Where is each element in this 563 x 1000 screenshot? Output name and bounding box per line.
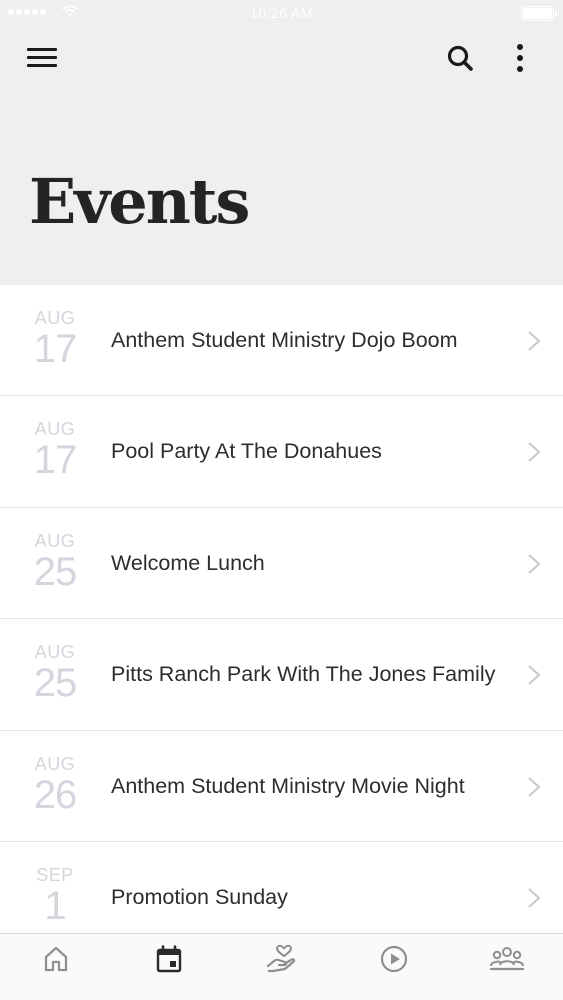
giving-hand-heart-icon <box>267 944 296 973</box>
more-vertical-icon[interactable] <box>505 40 535 76</box>
chevron-right-icon <box>528 888 541 908</box>
chevron-right-icon <box>528 331 541 351</box>
page-header: Events <box>0 28 563 285</box>
tab-giving[interactable] <box>225 934 338 1000</box>
tab-media[interactable] <box>338 934 451 1000</box>
event-title: Pool Party At The Donahues <box>111 439 382 464</box>
page-title: Events <box>29 165 250 238</box>
event-month: SEP <box>36 864 74 885</box>
event-row[interactable]: AUG 26 Anthem Student Ministry Movie Nig… <box>0 730 563 842</box>
event-title: Pitts Ranch Park With The Jones Family <box>111 662 496 687</box>
tab-groups[interactable] <box>450 934 563 1000</box>
event-day: 26 <box>33 772 78 817</box>
event-row[interactable]: AUG 17 Anthem Student Ministry Dojo Boom <box>0 285 563 397</box>
tab-events[interactable] <box>113 934 226 1000</box>
tab-home[interactable] <box>0 934 113 1000</box>
event-month: AUG <box>34 753 76 774</box>
event-row[interactable]: AUG 25 Welcome Lunch <box>0 507 563 620</box>
chevron-right-icon <box>528 554 541 574</box>
event-date: AUG 25 <box>30 532 80 592</box>
event-date: AUG 25 <box>30 643 80 703</box>
event-date: AUG 17 <box>30 420 80 480</box>
event-month: AUG <box>34 419 76 440</box>
status-time: 10:26 AM <box>249 5 314 21</box>
status-bar: 10:26 AM <box>0 0 563 28</box>
chevron-right-icon <box>528 442 541 463</box>
chevron-right-icon <box>528 776 541 797</box>
event-row[interactable]: AUG 25 Pitts Ranch Park With The Jones F… <box>0 619 563 731</box>
hamburger-menu-icon[interactable] <box>24 44 60 72</box>
event-day: 17 <box>33 438 78 483</box>
event-title: Anthem Student Ministry Movie Night <box>111 773 465 798</box>
home-icon <box>45 946 68 972</box>
event-day: 25 <box>33 661 78 706</box>
chevron-right-icon <box>528 665 541 685</box>
battery-icon <box>521 6 557 21</box>
event-date: AUG 26 <box>30 755 80 815</box>
event-day: 17 <box>33 327 78 371</box>
calendar-icon <box>156 945 182 973</box>
people-group-icon <box>489 947 524 971</box>
event-month: AUG <box>34 308 76 328</box>
event-list: AUG 17 Anthem Student Ministry Dojo Boom… <box>0 285 563 954</box>
event-row[interactable]: AUG 17 Pool Party At The Donahues <box>0 396 563 508</box>
search-icon[interactable] <box>444 42 476 74</box>
event-title: Anthem Student Ministry Dojo Boom <box>111 328 458 352</box>
event-month: AUG <box>34 530 76 551</box>
event-day: 25 <box>33 549 78 594</box>
tab-bar <box>0 933 563 1000</box>
event-month: AUG <box>34 642 76 663</box>
event-date: SEP 1 <box>30 866 80 926</box>
event-date: AUG 17 <box>30 309 80 369</box>
event-day: 1 <box>44 883 66 928</box>
event-title: Welcome Lunch <box>111 550 265 575</box>
play-circle-icon <box>380 945 408 973</box>
